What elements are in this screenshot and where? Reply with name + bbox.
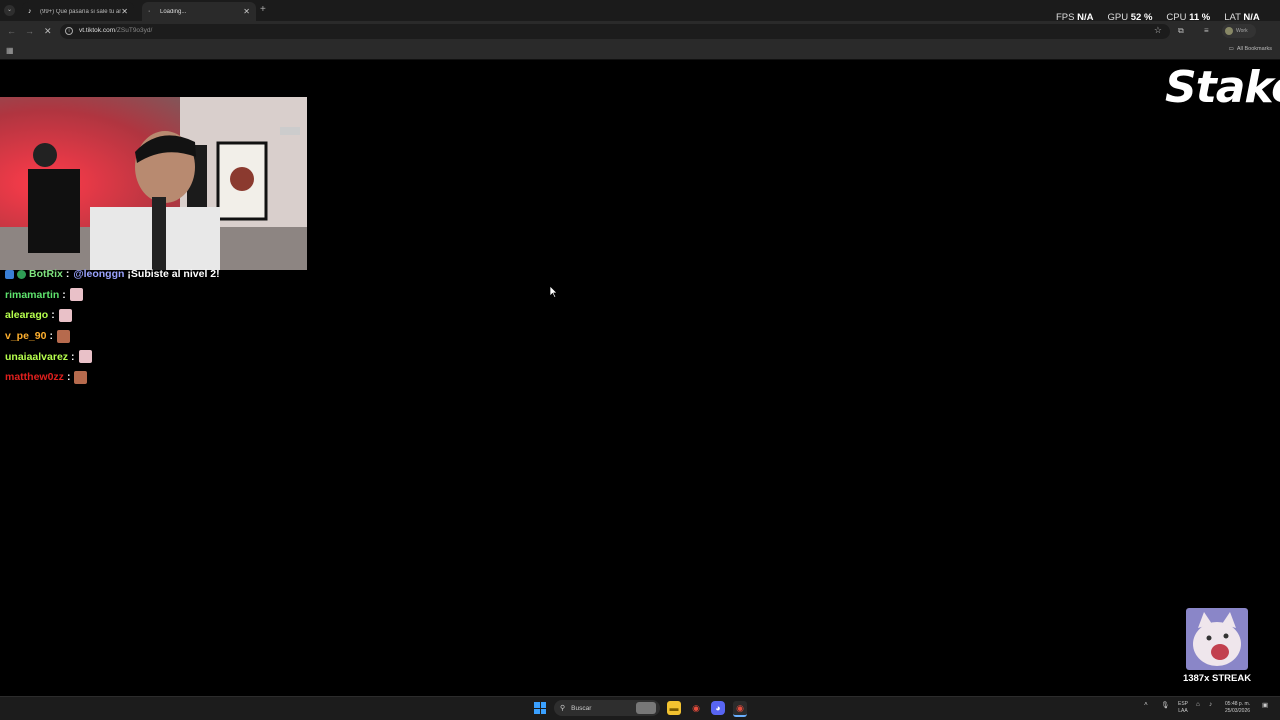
chat-message: v_pe_90: <box>5 326 220 347</box>
emote-icon <box>74 370 88 384</box>
all-bookmarks-button[interactable]: ▭ All Bookmarks <box>1229 46 1272 52</box>
chat-username: BotRix <box>29 268 63 281</box>
taskbar: ⚲ Buscar ▬ ◉ ◕ ◉ ˄ 🎙︎ ESP LAA ⌂ ♪ 05:48 … <box>0 696 1280 720</box>
chat-mention: @leonggn <box>73 268 125 281</box>
loading-icon: · <box>148 8 151 15</box>
search-highlight-image <box>636 702 656 714</box>
bot-message: BotRix : @leonggn ¡Subiste al nivel 2! <box>5 264 220 285</box>
profile-button[interactable]: Work <box>1222 24 1256 38</box>
chrome-icon[interactable]: ◉ <box>689 701 703 715</box>
chat-username: alearago <box>5 309 49 322</box>
chat-message: alearago: <box>5 305 220 326</box>
bookmarks-bar: ▦ ▭ All Bookmarks <box>0 42 1280 60</box>
chat-overlay: BotRix : @leonggn ¡Subiste al nivel 2! r… <box>5 264 220 388</box>
emote-icon <box>56 329 70 343</box>
discord-icon[interactable]: ◕ <box>711 701 725 715</box>
cat-meme-image <box>1186 608 1248 670</box>
url-text[interactable]: vt.tiktok.com/ZSuT9o3yd/ <box>79 27 152 34</box>
chat-message: unaiaalvarez: <box>5 346 220 367</box>
browser-toolbar: ← → ✕ i vt.tiktok.com/ZSuT9o3yd/ ☆ ⧉ ≡ <box>0 21 1280 42</box>
input-language[interactable]: ESP LAA <box>1178 701 1188 714</box>
taskbar-search[interactable]: ⚲ Buscar <box>554 700 660 716</box>
close-tab-icon[interactable]: ✕ <box>243 7 250 16</box>
streak-count: 1387x STREAK <box>1182 673 1252 684</box>
chat-message: matthew0zz: <box>5 367 220 388</box>
media-icon[interactable]: ≡ <box>1204 26 1209 35</box>
extensions-icon[interactable]: ⧉ <box>1178 26 1184 36</box>
file-explorer-icon[interactable]: ▬ <box>667 701 681 715</box>
site-info-icon[interactable]: i <box>65 27 73 35</box>
chat-username: unaiaalvarez <box>5 350 69 363</box>
apps-grid-icon[interactable]: ▦ <box>6 46 14 55</box>
badge-icon <box>5 269 14 279</box>
windows-start-icon[interactable] <box>534 702 546 714</box>
sponsor-logo: Stake <box>1165 62 1280 113</box>
microphone-icon[interactable]: 🎙︎ <box>1161 701 1169 709</box>
chrome-active-icon[interactable]: ◉ <box>733 701 747 717</box>
stop-loading-icon[interactable]: ✕ <box>44 26 52 37</box>
chat-username: rimamartin <box>5 288 60 301</box>
chat-message: rimamartin: <box>5 285 220 306</box>
chevron-up-icon[interactable]: ˄ <box>1144 701 1148 708</box>
tab-title: (99+) Qué pasaría si sale tu am <box>40 8 122 15</box>
close-tab-icon[interactable]: ✕ <box>121 7 128 16</box>
notification-icon[interactable]: ▣ <box>1262 701 1268 709</box>
system-clock[interactable]: 05:48 p. m. 25/03/2026 <box>1225 701 1250 714</box>
webcam-feed <box>0 97 307 270</box>
bookmark-star-icon[interactable]: ☆ <box>1154 25 1162 36</box>
volume-icon[interactable]: ♪ <box>1209 701 1212 708</box>
folder-icon: ▭ <box>1228 46 1234 52</box>
address-bar[interactable]: i vt.tiktok.com/ZSuT9o3yd/ ☆ <box>60 24 1170 39</box>
verified-icon <box>17 269 26 279</box>
tab-search-button[interactable]: ⌄ <box>4 5 15 16</box>
emote-icon <box>78 350 92 364</box>
forward-icon[interactable]: → <box>25 26 34 36</box>
chat-text: ¡Subiste al nivel 2! <box>127 268 220 281</box>
tab-tiktok[interactable]: ♪ (99+) Qué pasaría si sale tu am ✕ <box>22 2 134 21</box>
emote-icon <box>58 308 72 322</box>
mouse-cursor-icon <box>550 286 558 298</box>
streak-widget: 1387x STREAK <box>1182 608 1252 684</box>
tab-loading[interactable]: · Loading... ✕ <box>142 2 256 21</box>
chat-username: v_pe_90 <box>5 330 47 343</box>
emote-icon <box>69 288 83 302</box>
tab-title: Loading... <box>160 8 187 15</box>
tiktok-icon: ♪ <box>28 8 32 15</box>
back-icon[interactable]: ← <box>7 26 16 36</box>
new-tab-button[interactable]: + <box>260 4 266 15</box>
chat-username: matthew0zz <box>5 371 64 384</box>
avatar <box>1225 27 1233 35</box>
search-icon: ⚲ <box>560 705 566 712</box>
network-icon[interactable]: ⌂ <box>1196 701 1200 708</box>
webcam-image <box>0 97 307 270</box>
